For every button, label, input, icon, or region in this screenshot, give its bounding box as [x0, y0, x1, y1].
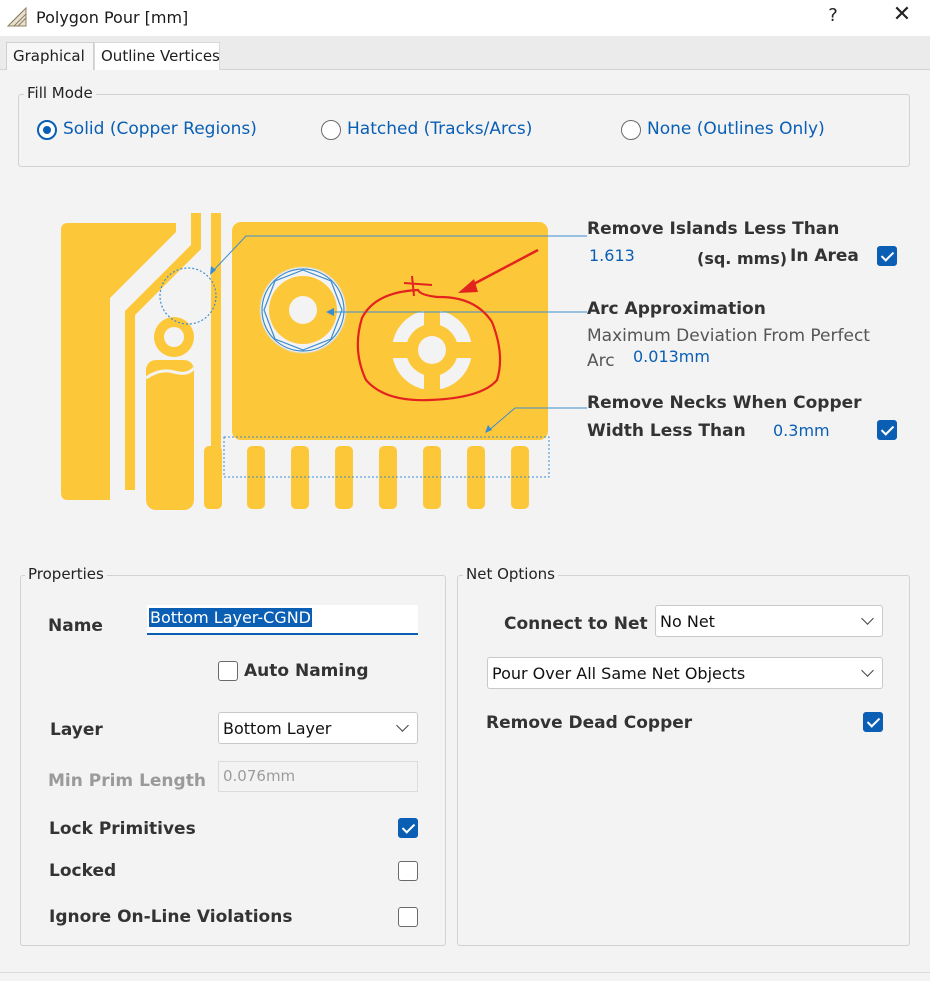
layer-label: Layer	[50, 720, 103, 740]
arc-approximation-label: Arc Approximation	[587, 299, 766, 319]
min-prim-length-label: Min Prim Length	[48, 771, 206, 791]
locked-checkbox[interactable]	[398, 861, 418, 881]
properties-legend: Properties	[25, 565, 107, 583]
layer-dropdown[interactable]: Bottom Layer	[218, 712, 418, 744]
remove-dead-copper-checkbox[interactable]	[863, 712, 883, 732]
remove-necks-checkbox[interactable]	[877, 420, 897, 440]
chevron-down-icon	[861, 664, 874, 677]
arc-approximation-desc: Maximum Deviation From Perfect	[587, 326, 870, 346]
remove-islands-unit: (sq. mms)	[697, 249, 788, 268]
connect-to-net-value: No Net	[660, 612, 715, 631]
name-input[interactable]: Bottom Layer-CGND	[147, 605, 418, 635]
remove-islands-value[interactable]: 1.613	[589, 246, 635, 265]
arc-approximation-value[interactable]: 0.013mm	[633, 347, 710, 366]
copper-pad-slot	[146, 360, 194, 510]
locked-label: Locked	[49, 861, 117, 881]
auto-naming-checkbox[interactable]	[218, 661, 238, 681]
ignore-online-violations-label: Ignore On-Line Violations	[49, 907, 293, 927]
radio-none-label[interactable]: None (Outlines Only)	[647, 119, 825, 139]
remove-islands-checkbox[interactable]	[877, 246, 897, 266]
chevron-down-icon	[861, 612, 874, 625]
chevron-down-icon	[396, 719, 409, 732]
name-value: Bottom Layer-CGND	[149, 608, 312, 627]
pour-over-value: Pour Over All Same Net Objects	[492, 664, 746, 683]
polygon-pour-app-icon	[6, 6, 27, 27]
radio-solid[interactable]	[37, 120, 57, 140]
radio-hatched[interactable]	[321, 120, 341, 140]
arc-approximation-desc-2: Arc	[587, 351, 615, 371]
name-label: Name	[48, 616, 103, 636]
polygon-pour-illustration	[61, 213, 587, 510]
min-prim-length-value: 0.076mm	[223, 767, 296, 785]
close-icon[interactable]: ✕	[888, 2, 916, 27]
radio-solid-label[interactable]: Solid (Copper Regions)	[63, 119, 257, 139]
ignore-online-violations-checkbox[interactable]	[398, 907, 418, 927]
remove-dead-copper-label: Remove Dead Copper	[486, 713, 693, 733]
connect-to-net-dropdown[interactable]: No Net	[655, 605, 883, 637]
layer-value: Bottom Layer	[223, 719, 332, 738]
pour-over-dropdown[interactable]: Pour Over All Same Net Objects	[487, 657, 883, 689]
lock-primitives-label: Lock Primitives	[49, 819, 196, 839]
remove-necks-value[interactable]: 0.3mm	[773, 421, 830, 440]
window-title: Polygon Pour [mm]	[36, 8, 189, 27]
radio-none[interactable]	[621, 120, 641, 140]
remove-islands-suffix: In Area	[790, 246, 859, 266]
remove-necks-label-2: Width Less Than	[587, 421, 746, 441]
fill-mode-legend: Fill Mode	[24, 84, 96, 102]
lock-primitives-checkbox[interactable]	[398, 818, 418, 838]
min-prim-length-input: 0.076mm	[218, 761, 418, 792]
bottom-divider	[0, 972, 930, 973]
remove-necks-label: Remove Necks When Copper	[587, 393, 862, 413]
remove-islands-label: Remove Islands Less Than	[587, 219, 840, 239]
net-options-legend: Net Options	[463, 565, 558, 583]
tab-outline-vertices[interactable]: Outline Vertices	[94, 42, 220, 70]
auto-naming-label[interactable]: Auto Naming	[244, 661, 369, 681]
connect-to-net-label: Connect to Net	[504, 614, 648, 634]
radio-hatched-label[interactable]: Hatched (Tracks/Arcs)	[347, 119, 532, 139]
tab-graphical[interactable]: Graphical	[6, 42, 94, 70]
help-button[interactable]: ?	[824, 5, 842, 26]
